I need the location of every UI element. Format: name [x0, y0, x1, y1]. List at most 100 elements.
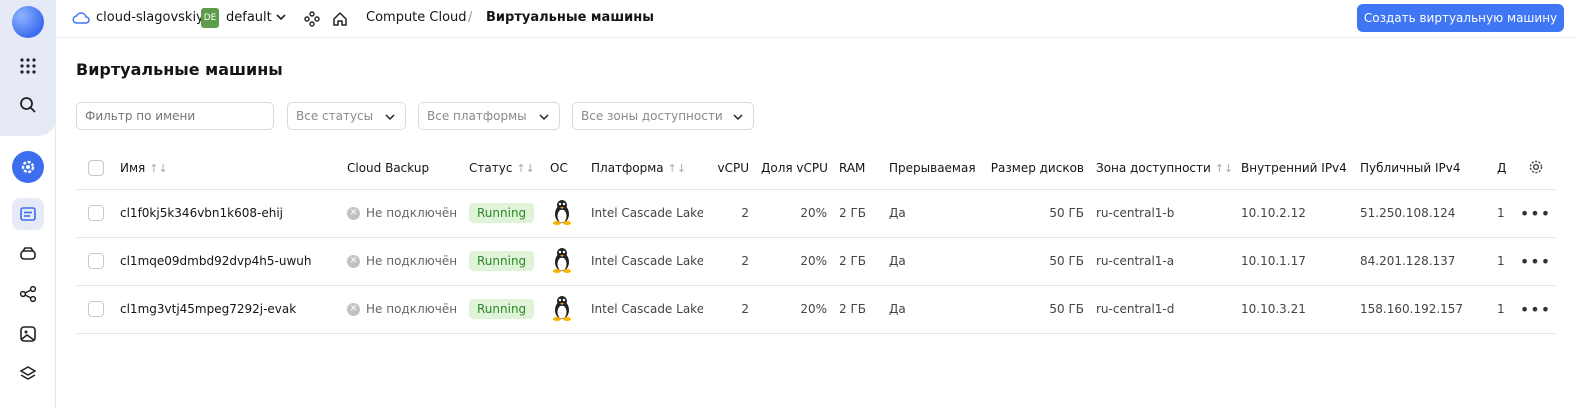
sidebar [0, 0, 56, 408]
table-header-row: Имя ↑↓ Cloud Backup Статус ↑↓ ОС Платформа… [76, 148, 1556, 190]
preemptible: Да [889, 285, 985, 334]
not-connected-icon: ✕ [347, 302, 360, 316]
chevron-down-icon[interactable] [274, 10, 288, 24]
top-header: cloud-slagovskiy DE default Compute Clou… [56, 0, 1576, 38]
vm-name[interactable]: cl1mqe09dmbd92dvp4h5-uwuh [120, 237, 347, 286]
column-status[interactable]: Статус ↑↓ [469, 148, 550, 190]
cloud-name: cloud-slagovskiy [96, 10, 204, 25]
vm-table-body: cl1f0kj5k346vbn1k608-ehij ✕ Не подключён … [76, 189, 1556, 334]
sort-icon[interactable]: ↑↓ [668, 162, 686, 175]
name-filter-input[interactable] [85, 109, 265, 123]
column-vcpu: vCPU [703, 148, 761, 190]
linux-icon [550, 237, 591, 286]
table-row[interactable]: cl1f0kj5k346vbn1k608-ehij ✕ Не подключён … [76, 189, 1556, 238]
row-checkbox[interactable] [88, 301, 104, 317]
linux-icon [550, 285, 591, 334]
platform-filter-select[interactable]: Все платформы [418, 102, 560, 130]
vcpu: 2 [703, 189, 761, 238]
backup-status: ✕ Не подключён [347, 206, 469, 220]
layers-icon[interactable] [12, 358, 44, 390]
vm-name[interactable]: cl1f0kj5k346vbn1k608-ehij [120, 189, 347, 238]
internal-ip: 10.10.2.12 [1241, 189, 1360, 238]
vcpu: 2 [703, 285, 761, 334]
column-internal-ip: Внутренний IPv4 [1241, 148, 1360, 190]
column-name-label: Имя [120, 161, 146, 176]
column-zone-label: Зона доступности [1096, 161, 1211, 176]
column-platform[interactable]: Платформа ↑↓ [591, 148, 703, 190]
column-extra: Д [1497, 148, 1515, 190]
vm-table: Имя ↑↓ Cloud Backup Статус ↑↓ ОС Платформа… [76, 148, 1556, 334]
column-zone[interactable]: Зона доступности ↑↓ [1096, 148, 1241, 190]
vcpu-share: 20% [761, 285, 839, 334]
more-actions-icon[interactable]: ••• [1520, 252, 1551, 271]
table-row[interactable]: cl1mqe09dmbd92dvp4h5-uwuh ✕ Не подключён … [76, 237, 1556, 286]
column-name[interactable]: Имя ↑↓ [120, 148, 347, 190]
platform-filter-value: Все платформы [427, 109, 527, 123]
status-filter-value: Все статусы [296, 109, 374, 123]
column-ram: RAM [839, 148, 889, 190]
zone: ru-central1-d [1096, 285, 1241, 334]
column-disk-size: Размер дисков [985, 148, 1096, 190]
column-status-label: Статус [469, 161, 513, 176]
public-ip: 84.201.128.137 [1360, 237, 1497, 286]
sort-icon[interactable]: ↑↓ [516, 162, 534, 175]
table-row[interactable]: cl1mg3vtj45mpeg7292j-evak ✕ Не подключён … [76, 285, 1556, 334]
table-settings-button[interactable] [1515, 148, 1556, 190]
placement-groups-icon[interactable] [12, 278, 44, 310]
column-public-ip: Публичный IPv4 [1360, 148, 1497, 190]
platform: Intel Cascade Lake [591, 285, 703, 334]
platform: Intel Cascade Lake [591, 189, 703, 238]
sort-icon[interactable]: ↑↓ [1215, 162, 1233, 175]
cloud-icon [72, 11, 90, 24]
backup-status: ✕ Не подключён [347, 302, 469, 316]
create-vm-button[interactable]: Создать виртуальную машину [1357, 4, 1564, 32]
internal-ip: 10.10.1.17 [1241, 237, 1360, 286]
name-filter-field[interactable] [76, 102, 274, 130]
extra: 1 [1497, 237, 1515, 286]
more-actions-icon[interactable]: ••• [1520, 204, 1551, 223]
public-ip: 51.250.108.124 [1360, 189, 1497, 238]
home-icon[interactable] [330, 9, 350, 29]
extra: 1 [1497, 189, 1515, 238]
more-actions-icon[interactable]: ••• [1520, 300, 1551, 319]
vcpu-share: 20% [761, 237, 839, 286]
cloud-selector[interactable]: cloud-slagovskiy [72, 10, 204, 25]
zone: ru-central1-a [1096, 237, 1241, 286]
column-vcpu-share: Доля vCPU [761, 148, 839, 190]
search-icon[interactable] [12, 89, 44, 121]
chevron-down-icon [385, 114, 395, 121]
compute-service-icon[interactable] [12, 151, 44, 183]
disks-icon[interactable] [12, 238, 44, 270]
platform: Intel Cascade Lake [591, 237, 703, 286]
ram: 2 ГБ [839, 189, 889, 238]
breadcrumb-compute-cloud[interactable]: Compute Cloud [366, 10, 467, 25]
public-ip: 158.160.192.157 [1360, 285, 1497, 334]
disk-size: 50 ГБ [985, 237, 1096, 286]
folder-badge: DE [201, 8, 219, 28]
breadcrumb-current-page: Виртуальные машины [486, 10, 654, 25]
row-checkbox[interactable] [88, 253, 104, 269]
backup-status-label: Не подключён [366, 302, 458, 316]
vm-name[interactable]: cl1mg3vtj45mpeg7292j-evak [120, 285, 347, 334]
resource-graph-icon[interactable] [302, 9, 322, 29]
linux-icon [550, 189, 591, 238]
column-platform-label: Платформа [591, 161, 664, 176]
zone: ru-central1-b [1096, 189, 1241, 238]
gear-icon [1529, 160, 1542, 174]
status-badge: Running [469, 251, 535, 271]
page-title: Виртуальные машины [76, 60, 283, 79]
status-filter-select[interactable]: Все статусы [287, 102, 406, 130]
images-icon[interactable] [12, 318, 44, 350]
backup-status-label: Не подключён [366, 254, 458, 268]
ram: 2 ГБ [839, 237, 889, 286]
backup-status-label: Не подключён [366, 206, 458, 220]
services-grid-icon[interactable] [12, 50, 44, 82]
select-all-checkbox[interactable] [88, 160, 104, 177]
row-checkbox[interactable] [88, 205, 104, 221]
virtual-machines-icon[interactable] [12, 198, 44, 230]
folder-selector[interactable]: default [226, 10, 272, 25]
ram: 2 ГБ [839, 285, 889, 334]
zone-filter-select[interactable]: Все зоны доступности [572, 102, 754, 130]
sort-icon[interactable]: ↑↓ [149, 162, 167, 175]
yandex-cloud-logo[interactable] [12, 6, 44, 38]
